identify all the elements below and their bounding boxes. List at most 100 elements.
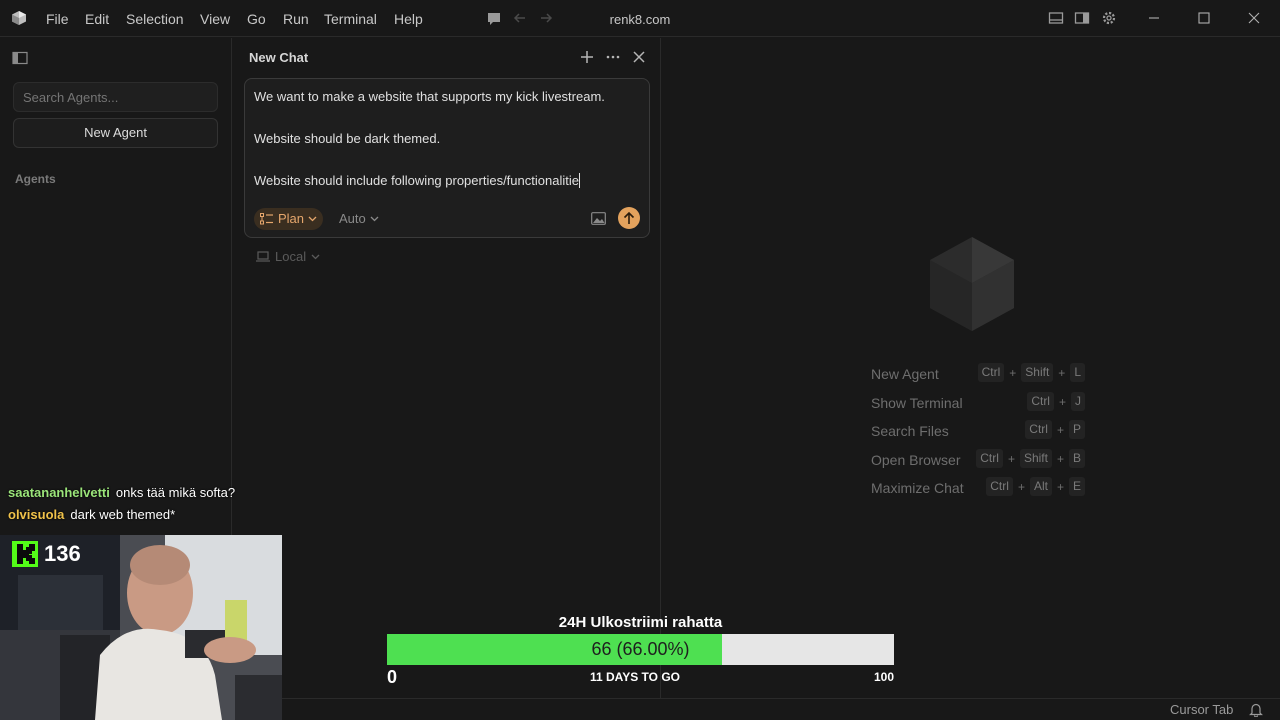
- key-cap: Ctrl: [976, 449, 1003, 468]
- chat-bubble-icon[interactable]: [486, 11, 502, 27]
- chat-text: dark web themed*: [70, 507, 176, 522]
- model-dropdown[interactable]: Auto: [339, 211, 379, 226]
- back-arrow-icon[interactable]: [512, 10, 528, 26]
- mode-dropdown[interactable]: Plan: [254, 208, 324, 230]
- text-caret: [578, 173, 580, 188]
- toggle-sidebar-icon[interactable]: [1074, 10, 1090, 26]
- editor-area: New Agent Ctrl + Shift + L Show Terminal C…: [662, 38, 1280, 698]
- chat-composer[interactable]: We want to make a website that supports …: [244, 78, 650, 238]
- shortcut-keys: Ctrl + J: [1027, 392, 1085, 411]
- mode-label: Plan: [278, 211, 305, 226]
- plus-sign: +: [1058, 365, 1066, 380]
- menu-edit[interactable]: Edit: [85, 11, 109, 27]
- key-cap: Ctrl: [1027, 392, 1054, 411]
- key-cap: P: [1068, 420, 1085, 439]
- goal-days-left: 11 DAYS TO GO: [589, 670, 681, 684]
- key-cap: Ctrl: [986, 477, 1013, 496]
- new-agent-button[interactable]: New Agent: [13, 118, 218, 148]
- chat-username: saatananhelvetti: [8, 485, 110, 500]
- viewer-count: 136: [44, 541, 81, 566]
- chevron-down-icon: [308, 216, 317, 222]
- composer-line: We want to make a website that supports …: [254, 89, 605, 104]
- cursor-tab-status[interactable]: Cursor Tab: [1170, 702, 1233, 717]
- shortcut-keys: Ctrl + Shift + L: [977, 363, 1085, 382]
- laptop-icon: [256, 251, 270, 262]
- bell-icon[interactable]: [1249, 702, 1263, 717]
- webcam-feed: 136: [0, 535, 282, 720]
- goal-progress-track: 66 (66.00%): [387, 634, 894, 665]
- shortcut-new-agent[interactable]: New Agent Ctrl + Shift + L: [871, 363, 1091, 385]
- composer-line: Website should include following propert…: [254, 173, 580, 188]
- shortcut-label: Search Files: [871, 423, 949, 439]
- chevron-down-icon: [311, 254, 320, 259]
- location-dropdown[interactable]: Local: [256, 249, 320, 264]
- shortcut-maximize-chat[interactable]: Maximize Chat Ctrl + Alt + E: [871, 477, 1091, 499]
- chat-title: New Chat: [249, 50, 309, 65]
- composer-line: Website should be dark themed.: [254, 131, 441, 146]
- shortcut-keys: Ctrl + Alt + E: [986, 477, 1085, 496]
- kick-viewer-badge: 136: [12, 541, 81, 567]
- kick-logo-icon: [12, 541, 38, 567]
- image-attach-icon[interactable]: [591, 212, 606, 225]
- plus-sign: +: [1056, 451, 1064, 466]
- key-cap: E: [1068, 477, 1085, 496]
- close-chat-icon[interactable]: [633, 51, 645, 63]
- menu-view[interactable]: View: [200, 11, 230, 27]
- composer-line-text: Website should include following propert…: [254, 173, 579, 188]
- key-cap: J: [1071, 392, 1085, 411]
- shortcut-label: New Agent: [871, 366, 939, 382]
- plus-sign: +: [1058, 394, 1066, 409]
- sidebar-toggle-icon[interactable]: [12, 51, 28, 65]
- shortcut-keys: Ctrl + P: [1025, 420, 1085, 439]
- location-label: Local: [275, 249, 307, 264]
- menu-go[interactable]: Go: [247, 11, 266, 27]
- shortcut-keys: Ctrl + Shift + B: [976, 449, 1085, 468]
- donation-goal-widget: 24H Ulkostriimi rahatta 66 (66.00%) 0 11…: [387, 612, 894, 688]
- goal-title: 24H Ulkostriimi rahatta: [558, 614, 723, 631]
- close-window-icon[interactable]: [1246, 10, 1262, 26]
- stream-chat-message: olvisuola dark web themed*: [8, 507, 175, 523]
- goal-max: 100: [873, 670, 894, 684]
- stream-chat-message: saatananhelvetti onks tää mikä softa?: [8, 485, 235, 501]
- key-cap: Ctrl: [977, 363, 1005, 382]
- key-cap: Shift: [1019, 449, 1052, 468]
- plus-sign: +: [1009, 365, 1017, 380]
- agents-heading: Agents: [15, 172, 56, 186]
- menu-selection[interactable]: Selection: [126, 11, 184, 27]
- key-cap: Alt: [1029, 477, 1052, 496]
- menu-terminal[interactable]: Terminal: [324, 11, 377, 27]
- cursor-logo-icon: [12, 11, 26, 25]
- plus-sign: +: [1007, 451, 1015, 466]
- menu-help[interactable]: Help: [394, 11, 423, 27]
- key-cap: Shift: [1021, 363, 1054, 382]
- chevron-down-icon: [370, 216, 379, 221]
- chat-username: olvisuola: [8, 507, 65, 522]
- minimize-icon[interactable]: [1146, 10, 1162, 26]
- goal-value: 66 (66.00%): [591, 639, 690, 659]
- key-cap: L: [1070, 363, 1085, 382]
- plus-sign: +: [1017, 479, 1025, 494]
- plus-sign: +: [1056, 422, 1064, 437]
- title-bar: File Edit Selection View Go Run Terminal…: [0, 0, 1280, 37]
- gear-icon[interactable]: [1101, 10, 1117, 26]
- cursor-cube-logo-icon: [930, 237, 1014, 331]
- shortcut-label: Maximize Chat: [871, 480, 964, 496]
- shortcut-label: Show Terminal: [871, 395, 963, 411]
- chat-panel: New Chat We want to make a website that …: [233, 38, 661, 698]
- menu-file[interactable]: File: [46, 11, 69, 27]
- chat-text: onks tää mikä softa?: [115, 485, 236, 500]
- shortcut-label: Open Browser: [871, 452, 961, 468]
- search-agents-input[interactable]: [13, 82, 218, 112]
- key-cap: Ctrl: [1025, 420, 1052, 439]
- maximize-icon[interactable]: [1196, 10, 1212, 26]
- shortcut-open-browser[interactable]: Open Browser Ctrl + Shift + B: [871, 449, 1091, 471]
- plus-sign: +: [1056, 479, 1064, 494]
- plus-icon[interactable]: [580, 50, 594, 64]
- send-button[interactable]: [618, 207, 640, 229]
- key-cap: B: [1068, 449, 1085, 468]
- shortcut-search-files[interactable]: Search Files Ctrl + P: [871, 420, 1091, 442]
- more-icon[interactable]: [606, 50, 620, 64]
- shortcut-show-terminal[interactable]: Show Terminal Ctrl + J: [871, 392, 1091, 414]
- toggle-panel-icon[interactable]: [1048, 10, 1064, 26]
- menu-run[interactable]: Run: [283, 11, 309, 27]
